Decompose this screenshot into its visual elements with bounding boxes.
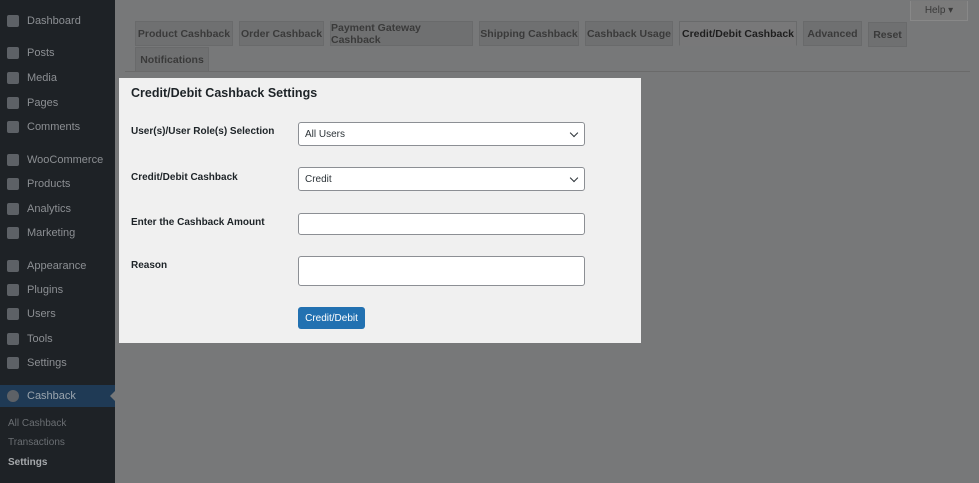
tab-cashback-usage[interactable]: Cashback Usage: [585, 21, 673, 46]
menu-label: Media: [27, 72, 57, 84]
menu-pages[interactable]: Pages: [0, 92, 115, 114]
pin-icon: [7, 47, 19, 59]
tab-reset[interactable]: Reset: [868, 22, 907, 47]
menu-label: Marketing: [27, 227, 76, 239]
menu-products[interactable]: Products: [0, 173, 115, 195]
menu-posts[interactable]: Posts: [0, 42, 115, 64]
help-button[interactable]: Help ▾: [910, 1, 968, 21]
menu-label: Dashboard: [27, 15, 81, 27]
submenu-settings[interactable]: Settings: [8, 457, 47, 468]
menu-woocommerce[interactable]: WooCommerce: [0, 149, 115, 171]
menu-media[interactable]: Media: [0, 67, 115, 89]
menu-label: Pages: [27, 97, 59, 109]
chevron-down-icon: [569, 128, 579, 138]
brush-icon: [7, 260, 19, 272]
chevron-down-icon: [569, 173, 579, 183]
users-select-value: All Users: [305, 128, 346, 140]
wrench-icon: [7, 333, 19, 345]
menu-label: Plugins: [27, 284, 64, 296]
dashboard-icon: [7, 15, 19, 27]
menu-tools[interactable]: Tools: [0, 328, 115, 350]
menu-settings[interactable]: Settings: [0, 352, 115, 374]
amount-input[interactable]: [298, 213, 585, 235]
tab-product-cashback[interactable]: Product Cashback: [135, 21, 233, 46]
plugin-icon: [7, 284, 19, 296]
admin-sidebar: Dashboard Posts Media Pages Comments Woo…: [0, 0, 115, 483]
tab-order-cashback[interactable]: Order Cashback: [239, 21, 324, 46]
tab-advanced[interactable]: Advanced: [803, 21, 862, 46]
menu-label: Products: [27, 178, 71, 190]
menu-appearance[interactable]: Appearance: [0, 255, 115, 277]
media-icon: [7, 72, 19, 84]
type-select[interactable]: Credit: [298, 167, 585, 191]
menu-label: Tools: [27, 333, 53, 345]
menu-label: Settings: [27, 357, 67, 369]
user-icon: [7, 308, 19, 320]
menu-label: Appearance: [27, 260, 87, 272]
menu-plugins[interactable]: Plugins: [0, 279, 115, 301]
pages-icon: [7, 97, 19, 109]
menu-label: Posts: [27, 47, 55, 59]
amount-label: Enter the Cashback Amount: [131, 217, 265, 228]
menu-cashback[interactable]: Cashback: [0, 385, 115, 407]
reason-textarea[interactable]: [298, 256, 585, 286]
settings-icon: [7, 357, 19, 369]
type-select-value: Credit: [305, 173, 332, 185]
submenu-transactions[interactable]: Transactions: [8, 437, 65, 448]
menu-users[interactable]: Users: [0, 303, 115, 325]
menu-marketing[interactable]: Marketing: [0, 222, 115, 244]
menu-label: Cashback: [27, 390, 76, 402]
products-icon: [7, 178, 19, 190]
tab-shipping-cashback[interactable]: Shipping Cashback: [479, 21, 579, 46]
woocommerce-icon: [7, 154, 19, 166]
reason-label: Reason: [131, 260, 168, 271]
credit-debit-modal: Credit/Debit Cashback Settings User(s)/U…: [119, 78, 641, 343]
users-select[interactable]: All Users: [298, 122, 585, 146]
comments-icon: [7, 121, 19, 133]
submenu-all-cashback[interactable]: All Cashback: [8, 418, 66, 429]
tab-notifications[interactable]: Notifications: [135, 47, 209, 72]
cashback-icon: [7, 390, 19, 402]
menu-dashboard[interactable]: Dashboard: [0, 10, 115, 32]
menu-comments[interactable]: Comments: [0, 116, 115, 138]
users-label: User(s)/User Role(s) Selection: [131, 126, 275, 137]
menu-label: WooCommerce: [27, 154, 104, 166]
tab-credit-debit-cashback[interactable]: Credit/Debit Cashback: [679, 21, 797, 46]
menu-label: Users: [27, 308, 56, 320]
menu-analytics[interactable]: Analytics: [0, 198, 115, 220]
credit-debit-button[interactable]: Credit/Debit: [298, 307, 365, 329]
menu-label: Comments: [27, 121, 81, 133]
tab-payment-gateway-cashback[interactable]: Payment Gateway Cashback: [330, 21, 473, 46]
modal-title: Credit/Debit Cashback Settings: [131, 86, 318, 100]
megaphone-icon: [7, 227, 19, 239]
menu-label: Analytics: [27, 203, 72, 215]
type-label: Credit/Debit Cashback: [131, 172, 238, 183]
analytics-icon: [7, 203, 19, 215]
tab-divider: [125, 71, 970, 72]
